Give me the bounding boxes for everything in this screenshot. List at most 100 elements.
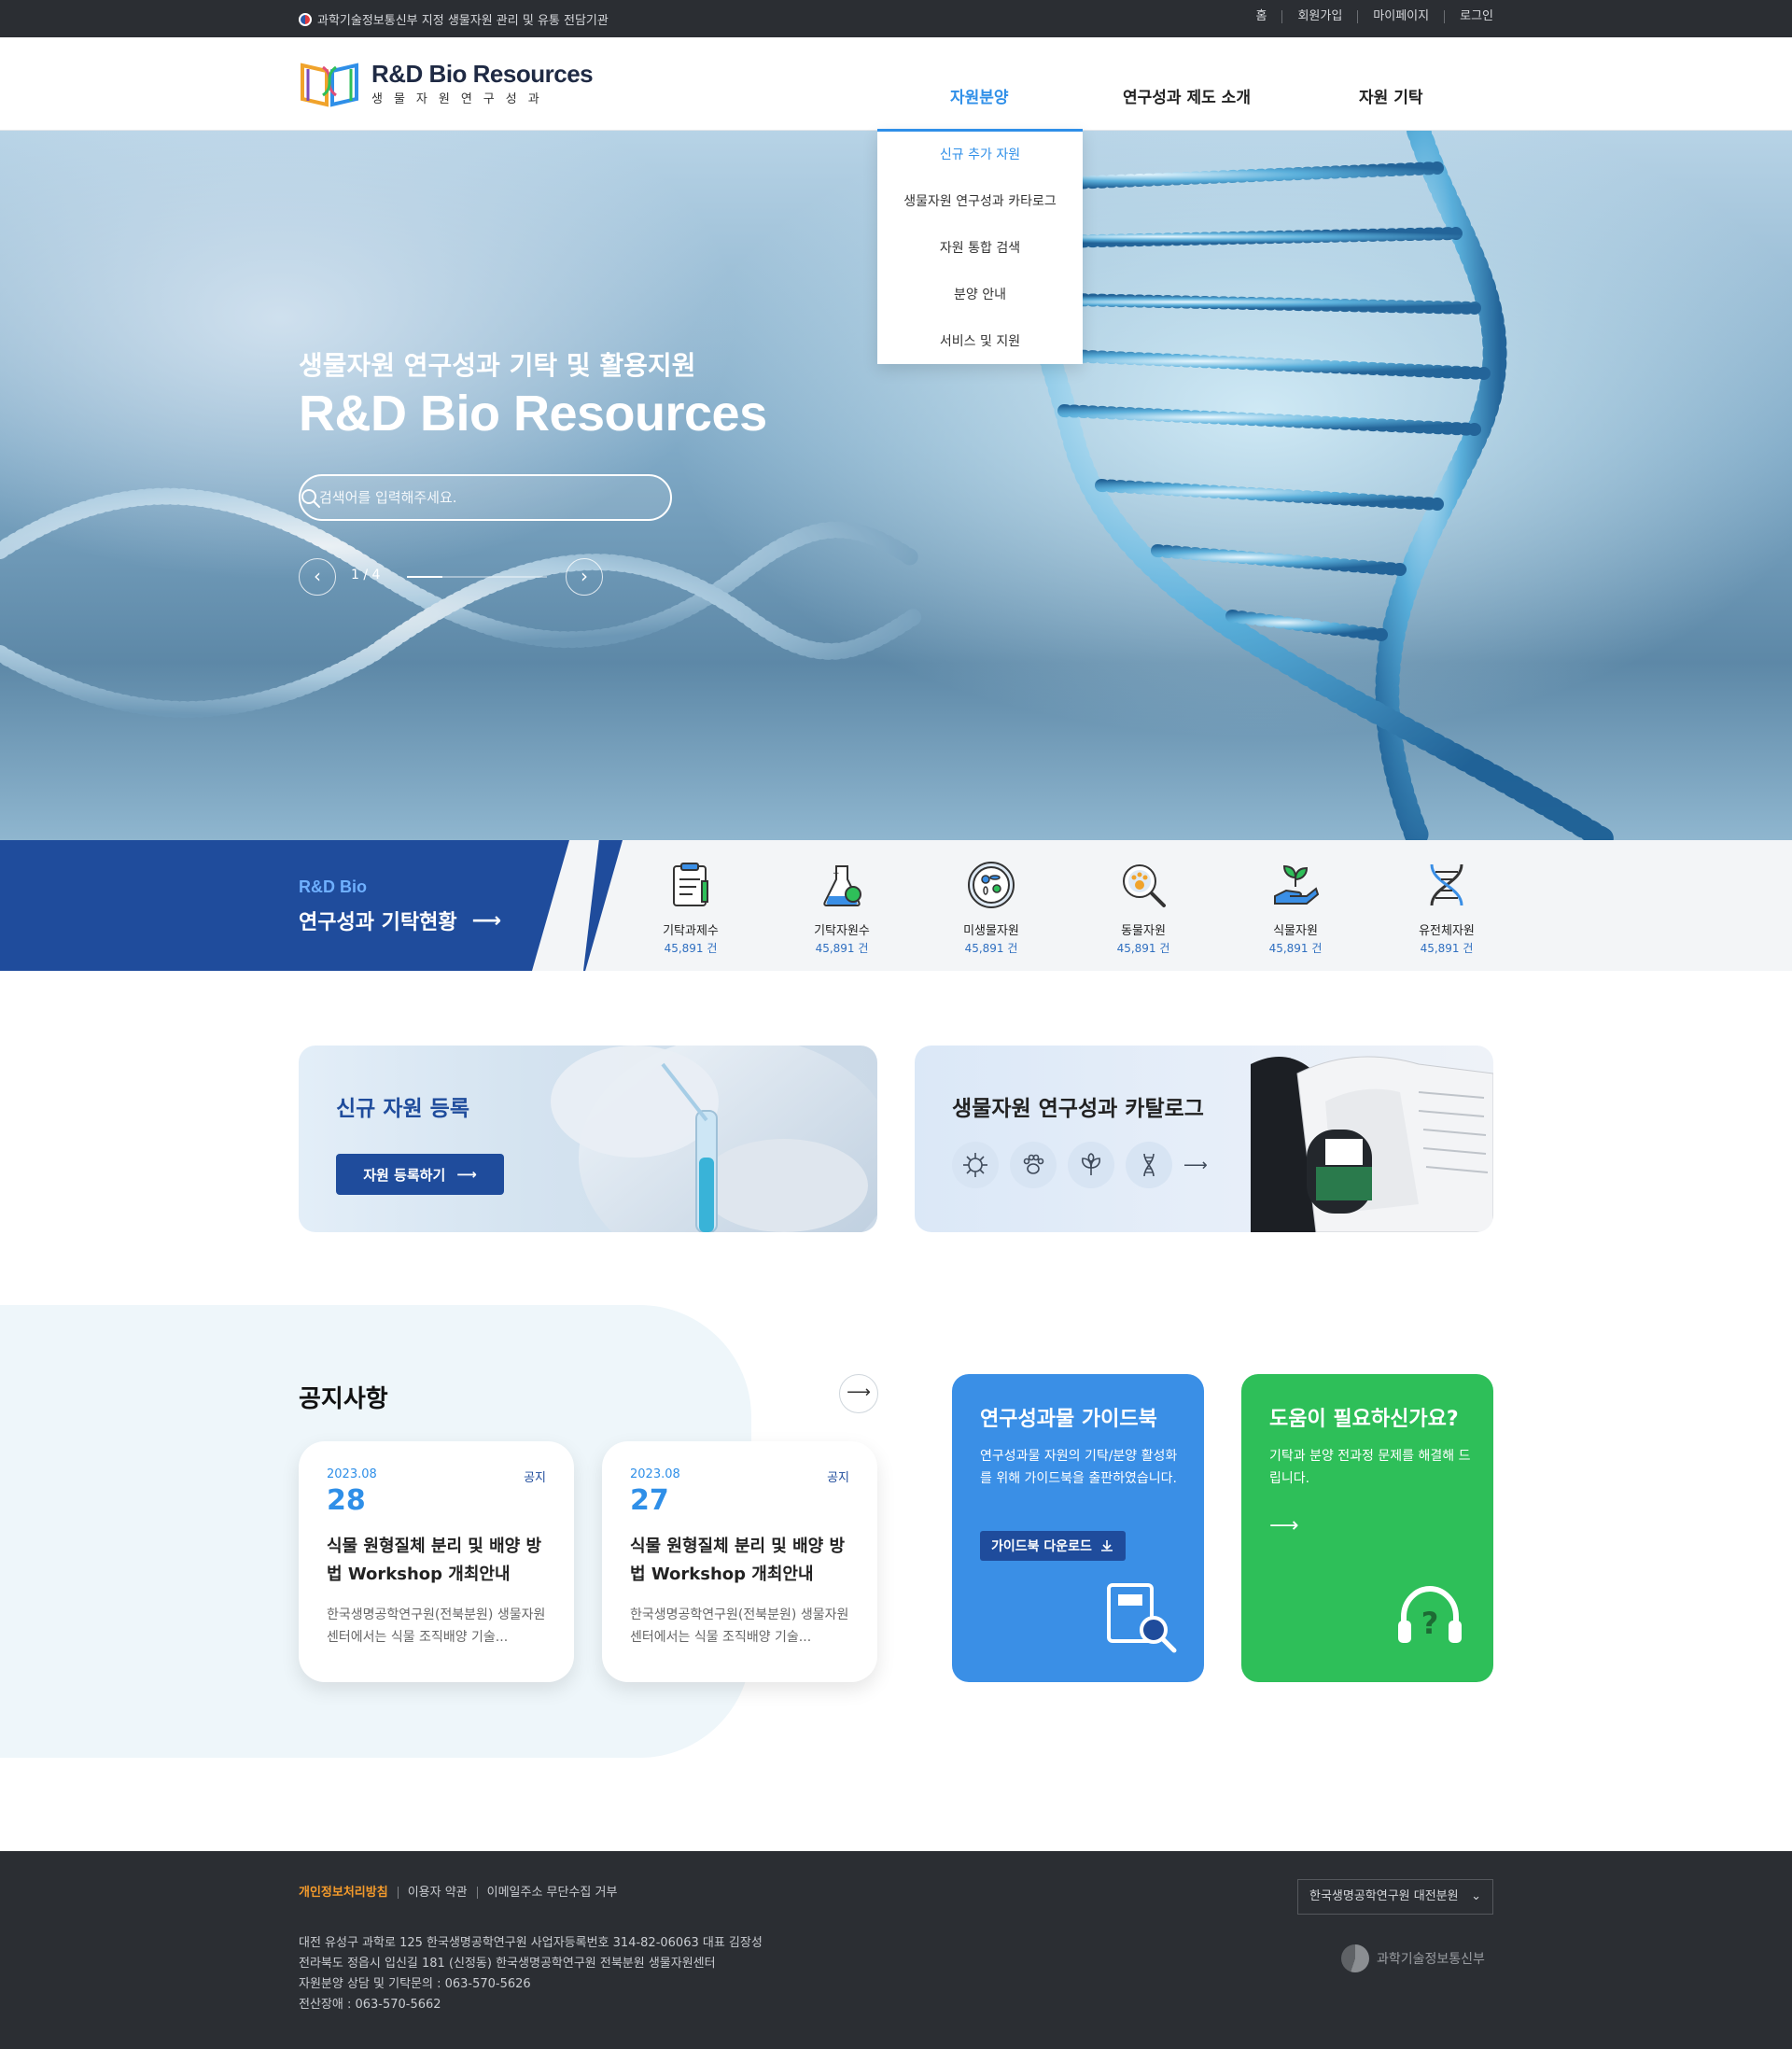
stat-genome-resources[interactable]: 유전체자원 45,891 건 [1391,859,1503,956]
status-small-title: R&D Bio [299,877,367,896]
stat-value: 45,891 건 [815,942,869,955]
hero-search-box [299,474,672,521]
terms-link[interactable]: 이용자 약관 [397,1887,477,1899]
paw-icon[interactable] [1010,1142,1057,1188]
slide-progress-fill [407,576,442,578]
agency-notice: 과학기술정보통신부 지정 생물자원 관리 및 유통 전담기관 [299,10,609,28]
notice-card[interactable]: 2023.08 27 공지 식물 원형질체 분리 및 배양 방법 Worksho… [602,1441,877,1682]
leaf-icon[interactable] [1068,1142,1114,1188]
address-line: 전라북도 정읍시 입신길 181 (신정동) 한국생명공학연구원 전북분원 생물… [299,1957,716,1971]
guidebook-download-button[interactable]: 가이드북 다운로드 [980,1531,1126,1561]
footer-address: 대전 유성구 과학로 125 한국생명공학연구원 사업자등록번호 314-82-… [299,1933,763,2015]
flask-icon: + [823,865,861,906]
book-search-icon [1107,1583,1177,1653]
clipboard-icon [673,863,708,906]
email-refusal-link[interactable]: 이메일주소 무단수집 거부 [476,1887,627,1899]
menu-item-catalog[interactable]: 생물자원 연구성과 카타로그 [877,178,1083,225]
guidebook-card[interactable]: 연구성과물 가이드북 연구성과물 자원의 기탁/분양 활성화를 위해 가이드북을… [952,1374,1204,1682]
hero-search-input[interactable] [319,487,618,508]
hero-subtitle: 생물자원 연구성과 기탁 및 활용지원 [299,350,696,381]
new-resource-title: 신규 자원 등록 [336,1097,469,1121]
top-utility-bar: 과학기술정보통신부 지정 생물자원 관리 및 유통 전담기관 홈 회원가입 마이… [0,0,1792,37]
guidebook-desc: 연구성과물 자원의 기탁/분양 활성화를 위해 가이드북을 출판하였습니다. [980,1449,1178,1486]
agency-notice-text: 과학기술정보통신부 지정 생물자원 관리 및 유통 전담기관 [317,14,609,28]
notice-card-desc: 한국생명공학연구원(전북분원) 생물자원센터에서는 식물 조직배양 기술... [327,1607,546,1645]
stat-label: 동물자원 [1121,924,1166,938]
catalog-banner[interactable]: 생물자원 연구성과 카탈로그 ⟶ [915,1046,1493,1232]
notice-day: 27 [630,1484,669,1517]
headset-help-icon: ? [1398,1585,1462,1643]
search-icon[interactable] [301,488,321,509]
stat-label: 미생물자원 [963,924,1019,938]
arrow-right-icon: ⟶ [456,1166,477,1183]
ministry-name: 과학기술정보통신부 [1377,1952,1485,1967]
stat-animal-resources[interactable]: 동물자원 45,891 건 [1087,859,1199,956]
stat-label: 기탁과제수 [663,924,719,938]
ministry-logo: 과학기술정보통신부 [1341,1944,1485,1972]
login-link[interactable]: 로그인 [1444,10,1493,23]
stat-label: 유전체자원 [1419,924,1475,938]
notice-day: 28 [327,1484,366,1517]
notice-card[interactable]: 2023.08 28 공지 식물 원형질체 분리 및 배양 방법 Worksho… [299,1441,574,1682]
stat-plant-resources[interactable]: 식물자원 45,891 건 [1239,859,1351,956]
site-logo[interactable]: R&D Bio Resources 생물자원연구성과 [299,58,594,108]
deposit-status-bar: R&D Bio 연구성과 기탁현황 ⟶ 기탁과제수 45,891 건 + 기탁자… [0,840,1792,971]
svg-text:+: + [833,869,840,878]
menu-item-service-support[interactable]: 서비스 및 지원 [877,318,1083,365]
notice-title: 공지사항 [299,1385,388,1413]
stat-value: 45,891 건 [1116,942,1170,955]
virus-icon[interactable] [952,1142,999,1188]
nav-distribution[interactable]: 자원분양 [950,84,1009,107]
address-line: 대전 유성구 과학로 125 한국생명공학연구원 사업자등록번호 314-82-… [299,1936,763,1950]
family-site-select[interactable]: 한국생명공학연구원 대전분원 ⌄ [1297,1879,1493,1915]
nav-deposit[interactable]: 자원 기탁 [1359,84,1422,107]
stat-value: 45,891 건 [964,942,1018,955]
paw-magnifier-icon [1123,864,1166,907]
register-resource-label: 자원 등록하기 [363,1166,446,1184]
footer: 개인정보처리방침 이용자 약관 이메일주소 무단수집 거부 대전 유성구 과학로… [0,1851,1792,2049]
guidebook-download-label: 가이드북 다운로드 [991,1539,1092,1554]
stat-label: 식물자원 [1273,924,1318,938]
stat-deposit-resources[interactable]: + 기탁자원수 45,891 건 [786,859,898,956]
book-dna-logo-icon [301,63,358,107]
menu-item-distribution-guide[interactable]: 분양 안내 [877,272,1083,318]
signup-link[interactable]: 회원가입 [1281,10,1357,23]
notice-tag: 공지 [827,1471,849,1485]
home-link[interactable]: 홈 [1240,10,1281,23]
slider-controls: ‹ 1 / 4 › [299,558,607,596]
new-resource-banner[interactable]: 신규 자원 등록 자원 등록하기 ⟶ [299,1046,877,1232]
stat-value: 45,891 건 [1268,942,1323,955]
slide-pager: 1 / 4 [351,568,381,582]
help-title: 도움이 필요하신가요? [1269,1408,1459,1431]
sprout-icon [1274,864,1320,905]
mypage-link[interactable]: 마이페이지 [1357,10,1444,23]
arrow-right-icon[interactable]: ⟶ [1269,1514,1299,1537]
next-slide-button[interactable]: › [566,558,603,596]
family-site-value: 한국생명공학연구원 대전분원 [1309,1889,1459,1903]
stat-deposit-projects[interactable]: 기탁과제수 45,891 건 [635,859,747,956]
register-resource-button[interactable]: 자원 등록하기 ⟶ [336,1154,504,1195]
address-line: 자원분양 상담 및 기탁문의 : 063-570-5626 [299,1977,531,1991]
slide-progress-bar [407,576,547,578]
menu-item-new-resources[interactable]: 신규 추가 자원 [877,132,1083,178]
arrow-right-icon[interactable]: ⟶ [1183,1156,1208,1175]
lab-test-tube-image [551,1046,877,1232]
dna-icon[interactable] [1126,1142,1172,1188]
help-desc: 기탁과 분양 전과정 문제를 해결해 드립니다. [1269,1449,1471,1486]
government-emblem-icon [299,12,312,26]
chevron-down-icon: ⌄ [1471,1889,1481,1903]
notice-card-title: 식물 원형질체 분리 및 배양 방법 Workshop 개최안내 [327,1537,542,1584]
address-line: 전산장애 : 063-570-5662 [299,1998,441,2012]
dna-icon [1430,863,1463,906]
stat-value: 45,891 건 [664,942,718,955]
notice-more-button[interactable]: ⟶ [839,1374,878,1413]
nav-program-intro[interactable]: 연구성과 제도 소개 [1123,84,1251,107]
help-card[interactable]: 도움이 필요하신가요? 기탁과 분양 전과정 문제를 해결해 드립니다. ⟶ ? [1241,1374,1493,1682]
microbe-icon [968,862,1015,908]
status-title[interactable]: 연구성과 기탁현황 ⟶ [299,905,501,935]
privacy-policy-link[interactable]: 개인정보처리방침 [299,1887,398,1899]
prev-slide-button[interactable]: ‹ [299,558,336,596]
catalog-category-icons: ⟶ [952,1142,1208,1188]
stat-microbe-resources[interactable]: 미생물자원 45,891 건 [935,859,1047,956]
menu-item-integrated-search[interactable]: 자원 통합 검색 [877,225,1083,272]
